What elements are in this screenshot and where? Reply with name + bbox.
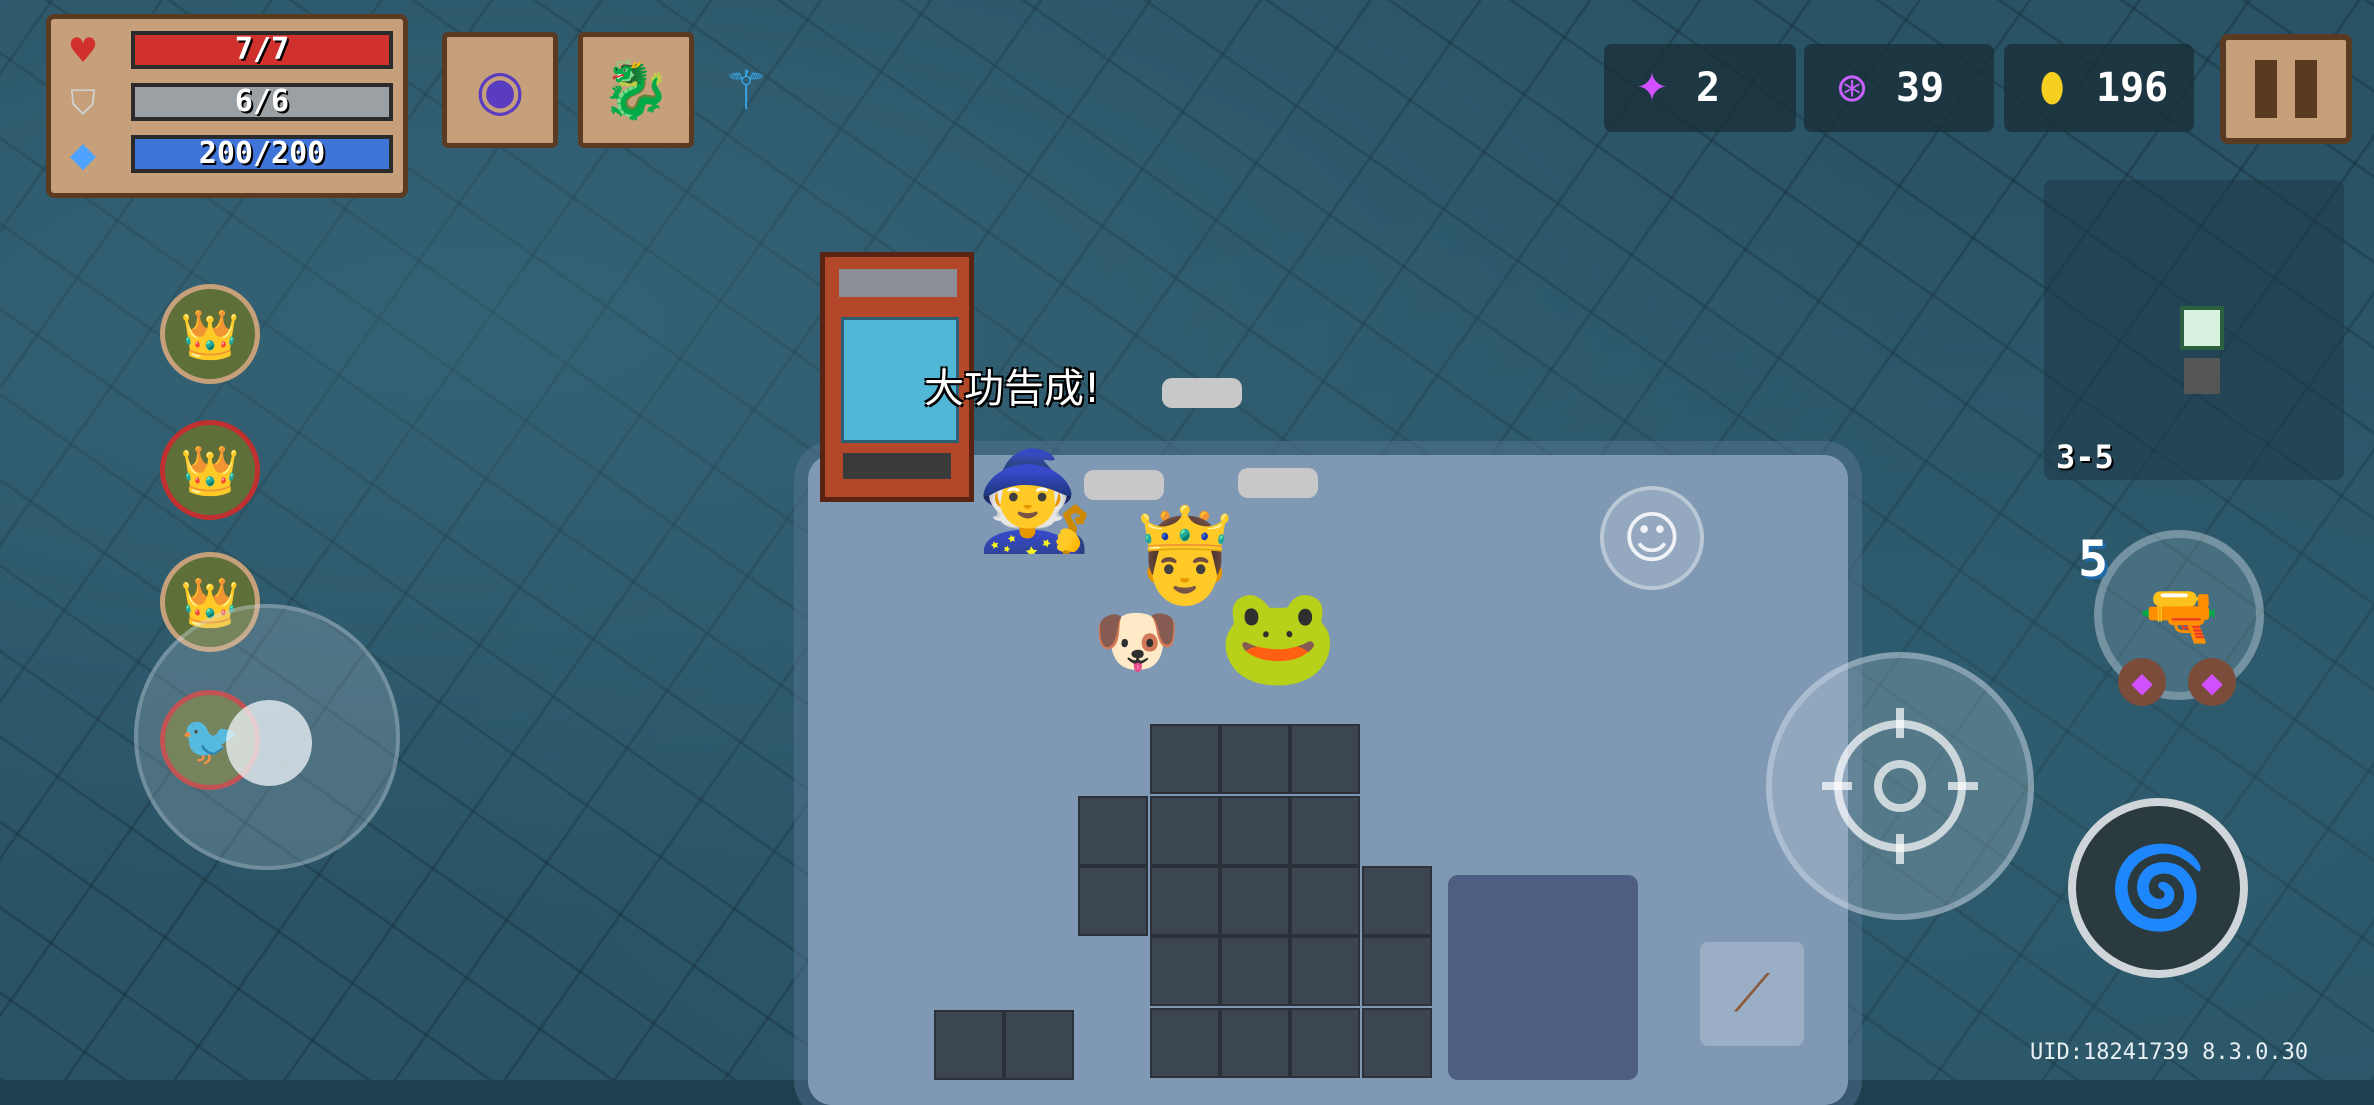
uid-label: UID:18241739 8.3.0.30 bbox=[2030, 1040, 2309, 1065]
shield-icon: ⛉ bbox=[70, 83, 96, 123]
energy-row: ◆ 200/200 bbox=[63, 135, 399, 175]
joystick-knob[interactable] bbox=[226, 700, 312, 786]
gold-coin-icon: ⬮ bbox=[2039, 65, 2065, 111]
blue-spirit-buff-icon[interactable]: ⚚ bbox=[712, 50, 780, 130]
swirl-skill-icon: 🌀 bbox=[2108, 841, 2208, 934]
purple-coin-icon: ⊛ bbox=[1835, 65, 1869, 111]
armor-text: 6/6 bbox=[234, 84, 290, 119]
minimap-room bbox=[2184, 358, 2220, 394]
floor-tile bbox=[1290, 1008, 1360, 1078]
floor-tile bbox=[1220, 1008, 1290, 1078]
floor-tile bbox=[1150, 866, 1220, 936]
floor-tile bbox=[1290, 866, 1360, 936]
hp-bar: 7/7 bbox=[131, 31, 393, 69]
armor-row: ⛉ 6/6 bbox=[63, 83, 399, 123]
minimap[interactable]: 3-5 bbox=[2044, 180, 2344, 480]
floor-tile bbox=[934, 1010, 1004, 1080]
helper-companion-icon: 🐶 bbox=[1093, 599, 1181, 682]
floor-tile bbox=[1290, 796, 1360, 866]
energy-bar: 200/200 bbox=[131, 135, 393, 173]
floor-tile bbox=[1078, 866, 1148, 936]
king-pet-icon: 👑 bbox=[180, 306, 240, 363]
water-pool bbox=[1448, 875, 1638, 1080]
pet-slot[interactable]: 👑 bbox=[160, 420, 260, 520]
gold-count: 196 bbox=[2096, 65, 2169, 111]
current-room-icon bbox=[2180, 306, 2224, 350]
floor-tile bbox=[1150, 796, 1220, 866]
purple-star-icon: ✦ bbox=[1635, 65, 1669, 111]
hp-text: 7/7 bbox=[234, 32, 290, 67]
dark-orb-buff-icon[interactable]: ◉ bbox=[442, 32, 558, 148]
weapon-gem-icon: ◆ bbox=[2118, 658, 2166, 706]
level-label: 3-5 bbox=[2056, 438, 2114, 476]
gem-counter: ✦ 2 bbox=[1604, 44, 1796, 132]
floor-tile bbox=[1150, 724, 1220, 794]
green-dragon-buff-icon[interactable]: 🐉 bbox=[578, 32, 694, 148]
floor-tile bbox=[1220, 796, 1290, 866]
gold-counter: ⬮ 196 bbox=[2004, 44, 2194, 132]
vending-display bbox=[839, 269, 957, 297]
player-character-icon: 🧙 bbox=[975, 444, 1095, 557]
attack-button[interactable] bbox=[1766, 652, 2034, 920]
floor-tile bbox=[1220, 866, 1290, 936]
vending-slot bbox=[843, 453, 951, 479]
hp-row: ♥ 7/7 bbox=[63, 31, 399, 71]
pet-slot[interactable]: 👑 bbox=[160, 284, 260, 384]
emote-button[interactable]: ☺ bbox=[1600, 486, 1704, 590]
smiley-icon: ☺ bbox=[1622, 505, 1682, 571]
material-counter: ⊛ 39 bbox=[1804, 44, 1994, 132]
pause-icon bbox=[2255, 60, 2277, 118]
king-pet-icon: 👑 bbox=[180, 442, 240, 499]
material-count: 39 bbox=[1896, 65, 1945, 111]
frog-mount-icon: 🐸 bbox=[1218, 579, 1338, 692]
drone-icon bbox=[1162, 378, 1242, 408]
floor-tile bbox=[1078, 796, 1148, 866]
energy-text: 200/200 bbox=[198, 136, 326, 171]
floor-tile bbox=[1290, 724, 1360, 794]
energy-cost: 5 bbox=[2078, 530, 2109, 588]
floor-tile bbox=[1150, 936, 1220, 1006]
floor-tile bbox=[1220, 724, 1290, 794]
branch-icon: ⟋ bbox=[1733, 963, 1771, 1024]
status-panel: ♥ 7/7 ⛉ 6/6 ◆ 200/200 bbox=[46, 14, 408, 198]
floor-tile bbox=[1004, 1010, 1074, 1080]
floor-tile bbox=[1362, 1008, 1432, 1078]
heart-icon: ♥ bbox=[67, 31, 99, 71]
item-slot[interactable]: ⟋ bbox=[1700, 942, 1804, 1046]
floor-tile bbox=[1362, 936, 1432, 1006]
success-popup-text: 大功告成! bbox=[924, 366, 1101, 412]
pause-button[interactable] bbox=[2220, 34, 2352, 144]
floor-tile bbox=[1220, 936, 1290, 1006]
floor-tile bbox=[1362, 866, 1432, 936]
diamond-icon: ◆ bbox=[69, 135, 97, 175]
skill-button[interactable]: 🌀 bbox=[2068, 798, 2248, 978]
crosshair-icon bbox=[1822, 708, 1978, 864]
floor-tile bbox=[1290, 936, 1360, 1006]
weapon-gem-icon: ◆ bbox=[2188, 658, 2236, 706]
floor-tile bbox=[1150, 1008, 1220, 1078]
armor-bar: 6/6 bbox=[131, 83, 393, 121]
gem-count: 2 bbox=[1696, 65, 1721, 111]
rifle-icon: 🔫 bbox=[2139, 578, 2219, 653]
